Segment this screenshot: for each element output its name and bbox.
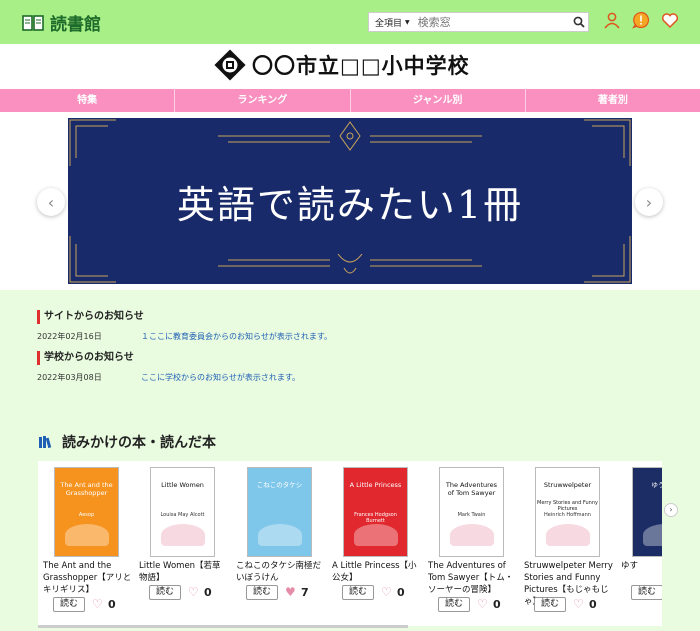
school-notice-heading: 学校からのお知らせ — [37, 351, 134, 365]
book-title[interactable]: A Little Princess【小公女】 — [332, 560, 422, 584]
like-heart-icon[interactable]: ♥ — [285, 585, 296, 600]
heart-icon[interactable] — [661, 11, 679, 29]
book-cover-title: ゆうすげ — [651, 481, 663, 489]
notice-link[interactable]: ここに学校からのお知らせが表示されます。 — [141, 372, 300, 383]
read-button[interactable]: 読む — [53, 597, 85, 612]
book-icon — [22, 14, 44, 31]
shelf-next-button[interactable]: › — [664, 503, 678, 517]
book-cover-subtitle: Merry Stories and Funny Pictures — [537, 500, 598, 512]
app-logo[interactable]: 読書館 — [22, 10, 101, 35]
search-bar: 全項目 ▼ — [368, 12, 589, 32]
like-heart-icon[interactable]: ♡ — [381, 585, 392, 600]
nav-item-tokushu[interactable]: 特集 — [0, 89, 176, 112]
cover-illustration — [161, 524, 205, 546]
cover-illustration — [643, 524, 662, 546]
book-cover-title: The Ant and the Grasshopper — [60, 481, 113, 497]
notice-date: 2022年02月16日 — [37, 332, 102, 341]
like-count: 7 — [301, 586, 309, 599]
book-cover-author: Heinrich Hoffmann — [544, 512, 591, 518]
book-title[interactable]: The Adventures of Tom Sawyer【トム・ソーヤーの冒険】 — [428, 560, 518, 596]
cover-illustration — [450, 524, 494, 546]
notice-link[interactable]: １ここに教育委員会からのお知らせが表示されます。 — [141, 331, 332, 342]
book-cover[interactable]: A Little Princess Frances Hodgson Burnett — [343, 467, 408, 557]
read-button[interactable]: 読む — [342, 585, 374, 600]
carousel-prev-button[interactable]: ‹ — [37, 188, 65, 216]
read-button[interactable]: 読む — [631, 585, 662, 600]
like-count: 0 — [108, 598, 116, 611]
book-cover-author: Louisa May Alcott — [160, 512, 205, 518]
chevron-left-icon: ‹ — [47, 192, 55, 212]
feature-banner[interactable]: 英語で読みたい1冊 — [68, 118, 632, 284]
cover-illustration — [65, 524, 109, 546]
book-cover[interactable]: こねこのタケシ — [247, 467, 312, 557]
book-cover[interactable]: Struwwelpeter Merry Stories and Funny Pic… — [535, 467, 600, 557]
banner-text: 英語で読みたい1冊 — [176, 183, 524, 227]
like-count: 0 — [589, 598, 597, 611]
book-shelf: The Ant and the Grasshopper Aesop The Ant … — [38, 461, 662, 626]
like-count: 0 — [493, 598, 501, 611]
book-cover[interactable]: The Adventures of Tom Sawyer Mark Twain — [439, 467, 504, 557]
search-scope-select[interactable]: 全項目 ▼ — [369, 16, 414, 29]
top-bar — [0, 0, 700, 44]
book-cover-title: Struwwelpeter — [543, 481, 592, 489]
book-cover-title: Little Women — [161, 481, 204, 489]
like-heart-icon[interactable]: ♡ — [92, 597, 103, 612]
shelf-heading: 読みかけの本・読んだ本 — [38, 432, 216, 452]
book-cover[interactable]: The Ant and the Grasshopper Aesop — [54, 467, 119, 557]
read-button[interactable]: 読む — [438, 597, 470, 612]
like-heart-icon[interactable]: ♡ — [477, 597, 488, 612]
notice-date: 2022年03月08日 — [37, 373, 102, 382]
search-input[interactable] — [413, 13, 570, 31]
chevron-right-icon: › — [669, 505, 673, 514]
book-cover-author: Aesop — [78, 512, 95, 518]
book-title[interactable]: Little Women【若草物語】 — [139, 560, 229, 584]
like-heart-icon[interactable]: ♡ — [188, 585, 199, 600]
school-emblem-icon — [214, 49, 246, 81]
read-button[interactable]: 読む — [149, 585, 181, 600]
like-heart-icon[interactable]: ♡ — [573, 597, 584, 612]
read-button[interactable]: 読む — [534, 597, 566, 612]
carousel-next-button[interactable]: › — [635, 188, 663, 216]
school-header[interactable]: 〇〇市立□□小中学校 — [214, 49, 470, 81]
search-scope-label: 全項目 — [375, 18, 403, 29]
like-count: 0 — [204, 586, 212, 599]
shelf-scrollbar[interactable] — [38, 625, 408, 628]
like-count: 0 — [397, 586, 405, 599]
app-title: 読書館 — [50, 15, 101, 35]
search-button[interactable] — [570, 13, 588, 31]
site-notice-heading: サイトからのお知らせ — [37, 310, 144, 324]
book-title[interactable]: こねこのタケシ南極だいぼうけん — [236, 560, 326, 584]
chevron-down-icon: ▼ — [405, 18, 410, 26]
cover-illustration — [354, 524, 398, 546]
book-cover-author: Mark Twain — [457, 512, 486, 518]
search-icon — [573, 16, 585, 28]
book-cover-title: The Adventures of Tom Sawyer — [445, 481, 498, 497]
school-name: 〇〇市立□□小中学校 — [252, 54, 470, 78]
shelf-title: 読みかけの本・読んだ本 — [62, 435, 216, 451]
book-cover-title: A Little Princess — [349, 481, 402, 489]
main-nav: 特集 ランキング ジャンル別 著者別 — [0, 89, 700, 112]
nav-item-author[interactable]: 著者別 — [526, 89, 700, 112]
alert-icon[interactable] — [632, 11, 650, 29]
book-cover-author: Frances Hodgson Burnett — [354, 512, 397, 524]
book-title[interactable]: The Ant and the Grasshopper【アリとキリギリス】 — [43, 560, 133, 596]
user-icon[interactable] — [603, 11, 621, 29]
nav-item-genre[interactable]: ジャンル別 — [351, 89, 526, 112]
chevron-right-icon: › — [645, 192, 653, 212]
books-icon — [39, 436, 52, 449]
book-title[interactable]: ゆす — [621, 560, 662, 572]
cover-illustration — [258, 524, 302, 546]
nav-item-ranking[interactable]: ランキング — [175, 89, 351, 112]
book-cover[interactable]: ゆうすげ — [632, 467, 662, 557]
cover-illustration — [546, 524, 590, 546]
school-notice-row[interactable]: 2022年03月08日 ここに学校からのお知らせが表示されます。 — [37, 372, 300, 383]
read-button[interactable]: 読む — [246, 585, 278, 600]
book-cover[interactable]: Little Women Louisa May Alcott — [150, 467, 215, 557]
book-cover-title: こねこのタケシ — [256, 481, 303, 489]
site-notice-row[interactable]: 2022年02月16日 １ここに教育委員会からのお知らせが表示されます。 — [37, 331, 332, 342]
